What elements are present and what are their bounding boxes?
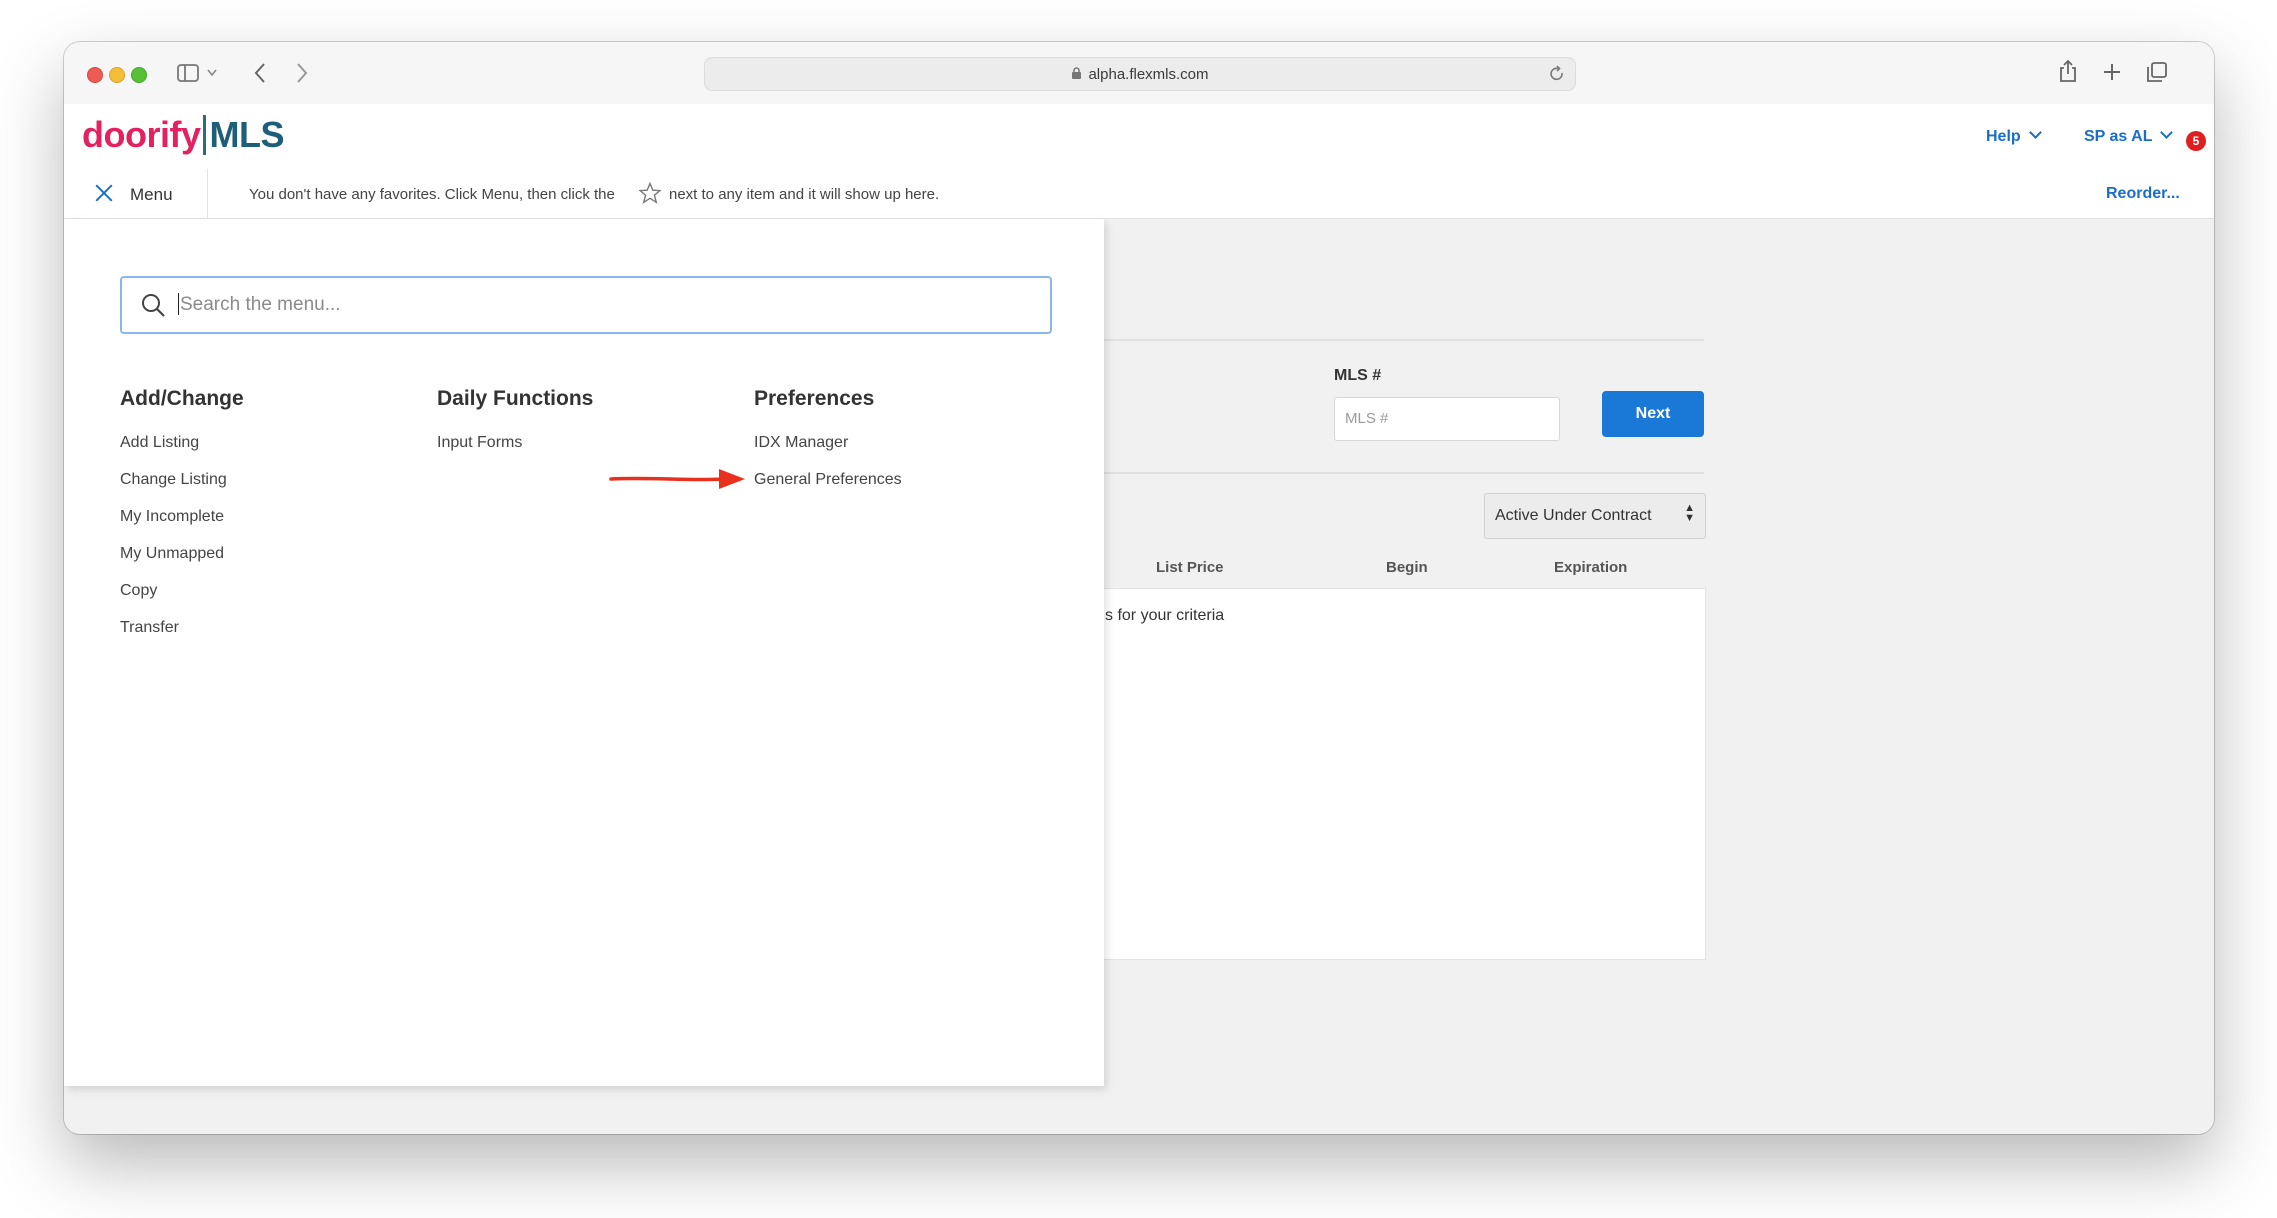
- menu-item-input-forms[interactable]: Input Forms: [437, 434, 522, 452]
- menu-item-general-preferences[interactable]: General Preferences: [754, 471, 902, 489]
- new-tab-icon[interactable]: [2102, 62, 2122, 82]
- column-header-list-price[interactable]: List Price: [1156, 559, 1224, 576]
- menu-section-add-change: Add/Change: [120, 387, 244, 410]
- forward-arrow-icon[interactable]: [296, 62, 308, 84]
- app-header: doorify MLS Help SP as AL 5: [64, 104, 2214, 170]
- column-header-expiration[interactable]: Expiration: [1554, 559, 1627, 576]
- menu-toggle-button[interactable]: Menu: [64, 169, 208, 218]
- help-label: Help: [1986, 128, 2021, 145]
- user-menu[interactable]: SP as AL: [2084, 126, 2174, 146]
- chevron-down-icon: [2028, 126, 2042, 139]
- menu-section-preferences: Preferences: [754, 387, 875, 410]
- divider: [1104, 472, 1704, 474]
- chevron-down-icon[interactable]: [207, 69, 217, 77]
- favorites-hint-text: You don't have any favorites. Click Menu…: [249, 186, 615, 203]
- user-label: SP as AL: [2084, 128, 2153, 145]
- results-panel: s for your criteria: [1064, 588, 1706, 960]
- annotation-arrow-icon: [609, 469, 745, 489]
- mls-number-placeholder: MLS #: [1345, 410, 1389, 427]
- favorites-hint-text-end: next to any item and it will show up her…: [669, 186, 940, 203]
- close-window-button[interactable]: [87, 67, 103, 83]
- help-menu[interactable]: Help: [1986, 126, 2042, 146]
- chevron-down-icon: [2160, 126, 2174, 139]
- close-icon: [94, 182, 114, 202]
- browser-window: alpha.flexmls.com doorify MLS Help SP as…: [64, 42, 2214, 1134]
- lock-icon: [1072, 67, 1082, 79]
- back-arrow-icon[interactable]: [254, 62, 266, 84]
- divider: [1104, 339, 1704, 341]
- favorites-bar: Menu You don't have any favorites. Click…: [64, 169, 2214, 219]
- logo-brand-text: doorify: [82, 114, 201, 155]
- logo-mls-text: MLS: [209, 114, 285, 155]
- url-text: alpha.flexmls.com: [705, 66, 1575, 83]
- address-bar[interactable]: alpha.flexmls.com: [704, 57, 1576, 91]
- minimize-window-button[interactable]: [109, 67, 125, 83]
- notification-badge[interactable]: 5: [2186, 131, 2206, 151]
- search-icon: [142, 294, 165, 317]
- doorify-mls-logo[interactable]: doorify MLS: [82, 114, 284, 156]
- menu-search-box[interactable]: [120, 276, 1052, 334]
- menu-item-copy[interactable]: Copy: [120, 582, 157, 600]
- menu-item-my-incomplete[interactable]: My Incomplete: [120, 508, 224, 526]
- logo-separator: [202, 115, 206, 155]
- browser-toolbar: alpha.flexmls.com: [64, 42, 2214, 105]
- share-icon[interactable]: [2058, 59, 2078, 83]
- menu-section-daily-functions: Daily Functions: [437, 387, 594, 410]
- status-select[interactable]: Active Under Contract ▲ ▼: [1484, 493, 1706, 539]
- mls-number-input[interactable]: MLS #: [1334, 397, 1560, 441]
- no-results-message: s for your criteria: [1105, 607, 1225, 624]
- tab-overview-icon[interactable]: [2146, 61, 2168, 83]
- next-button[interactable]: Next: [1602, 391, 1704, 437]
- zoom-window-button[interactable]: [131, 67, 147, 83]
- column-header-begin[interactable]: Begin: [1386, 559, 1428, 576]
- menu-item-add-listing[interactable]: Add Listing: [120, 434, 199, 452]
- reload-icon[interactable]: [1549, 65, 1565, 83]
- menu-item-my-unmapped[interactable]: My Unmapped: [120, 545, 224, 563]
- menu-panel: Add/Change Add Listing Change Listing My…: [64, 219, 1104, 1086]
- select-arrows-icon: ▲ ▼: [1684, 502, 1695, 524]
- menu-label: Menu: [130, 185, 173, 204]
- mls-number-label: MLS #: [1334, 367, 1382, 384]
- status-select-value: Active Under Contract: [1495, 507, 1652, 524]
- star-icon: [639, 182, 661, 204]
- menu-item-idx-manager[interactable]: IDX Manager: [754, 434, 848, 452]
- reorder-link[interactable]: Reorder...: [2106, 185, 2180, 203]
- menu-item-change-listing[interactable]: Change Listing: [120, 471, 227, 489]
- menu-search-input[interactable]: [178, 288, 1022, 322]
- sidebar-toggle-icon[interactable]: [177, 64, 199, 82]
- menu-item-transfer[interactable]: Transfer: [120, 619, 179, 637]
- url-label: alpha.flexmls.com: [1088, 66, 1209, 83]
